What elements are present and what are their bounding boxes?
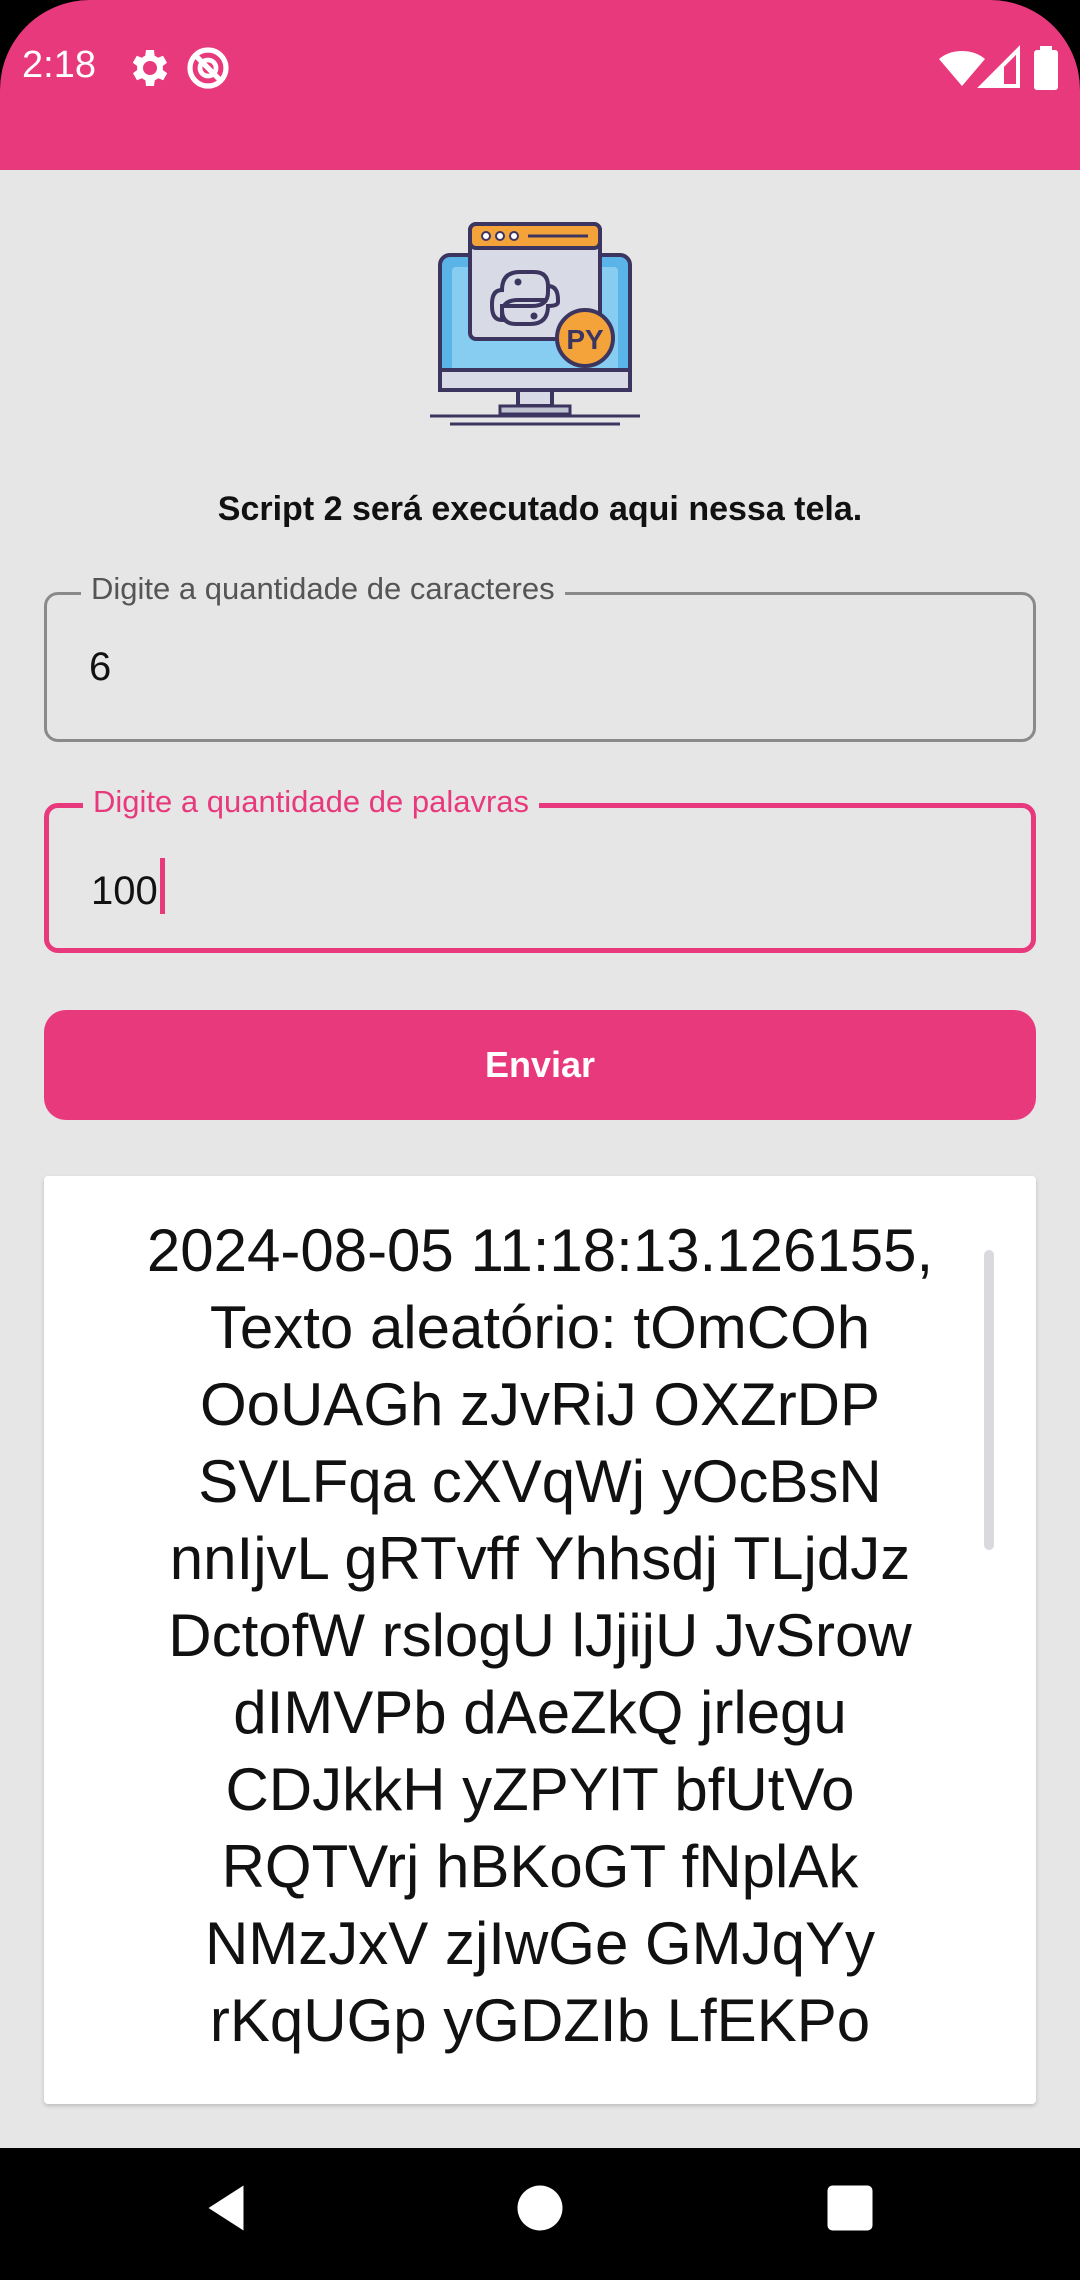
output-card[interactable]: 2024-08-05 11:18:13.126155, Texto aleató… xyxy=(44,1176,1036,2104)
output-scrollbar[interactable] xyxy=(984,1250,994,1550)
battery-icon xyxy=(1034,46,1058,90)
gear-icon xyxy=(132,50,168,86)
characters-field[interactable]: Digite a quantidade de caracteres 6 xyxy=(44,571,1036,742)
status-time: 2:18 xyxy=(22,44,96,86)
output-text: 2024-08-05 11:18:13.126155, Texto aleató… xyxy=(146,1217,934,2054)
words-field[interactable]: Digite a quantidade de palavras 100 xyxy=(44,784,1036,953)
text-caret xyxy=(159,858,165,914)
python-monitor-logo-icon: PY xyxy=(430,222,640,426)
phone-screen: 2:18 PY Script 2 será executado aqui nes… xyxy=(0,0,1080,2280)
words-field-value-wrapper[interactable]: 100 xyxy=(91,858,165,914)
status-bar: 2:18 xyxy=(0,0,1080,170)
characters-field-label: Digite a quantidade de caracteres xyxy=(81,571,565,607)
signal-icon xyxy=(977,45,1020,88)
words-field-value[interactable]: 100 xyxy=(91,869,158,913)
words-field-label: Digite a quantidade de palavras xyxy=(83,784,540,820)
back-icon[interactable] xyxy=(196,2178,256,2238)
send-button[interactable]: Enviar xyxy=(44,1010,1036,1120)
page-subtitle: Script 2 será executado aqui nessa tela. xyxy=(217,490,863,528)
characters-field-value[interactable]: 6 xyxy=(89,645,111,690)
recents-icon[interactable] xyxy=(820,2178,880,2238)
logo-badge-text: PY xyxy=(566,324,604,355)
app-body: PY Script 2 será executado aqui nessa te… xyxy=(0,170,1080,2148)
home-icon[interactable] xyxy=(510,2178,570,2238)
no-disturb-icon xyxy=(187,47,229,89)
navigation-bar xyxy=(0,2148,1080,2280)
